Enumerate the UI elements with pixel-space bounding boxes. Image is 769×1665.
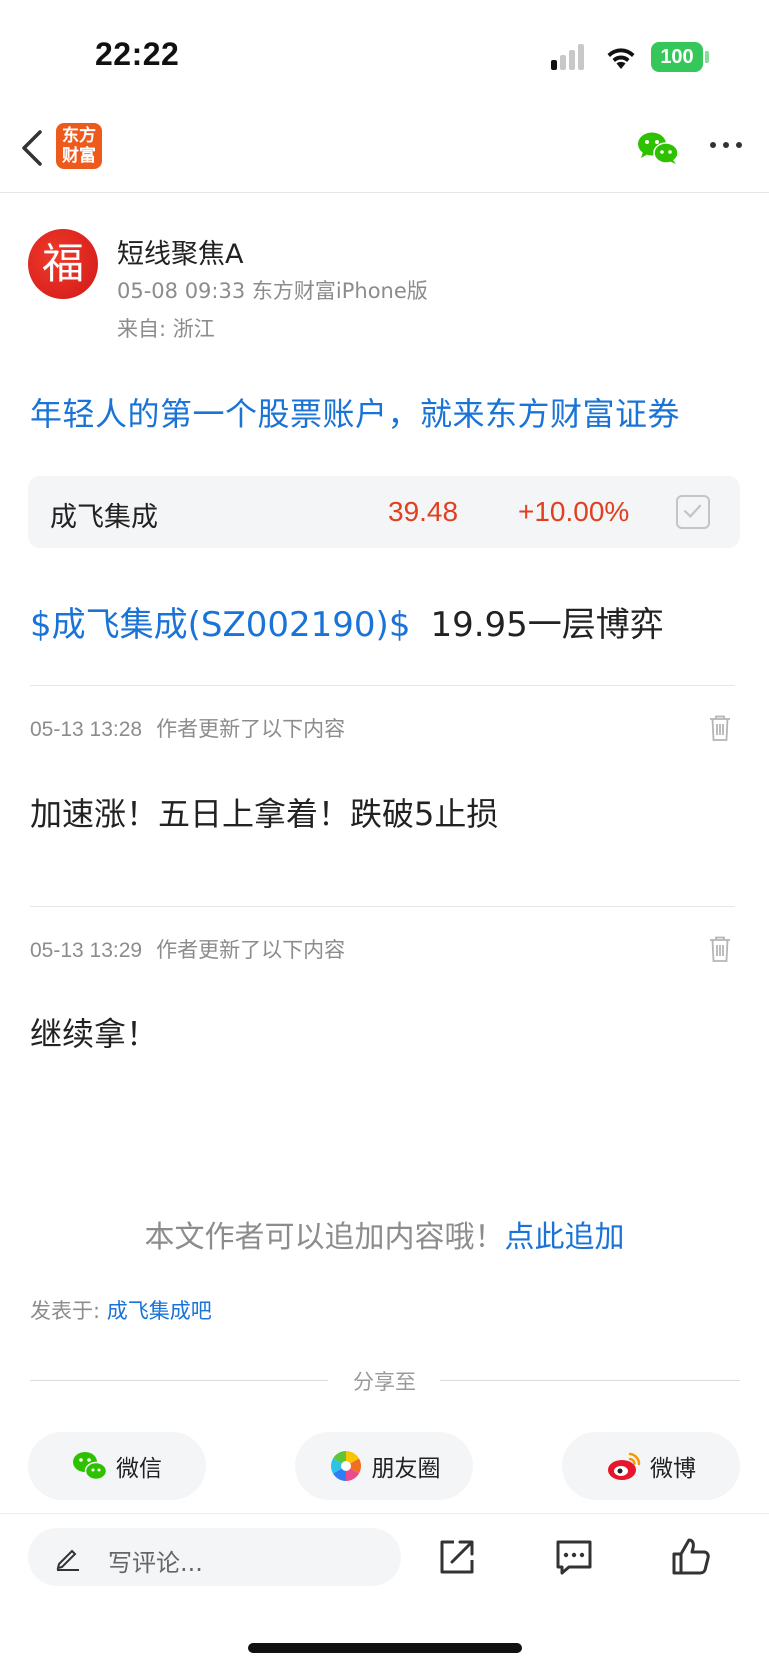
wifi-icon (607, 48, 635, 69)
share-wechat-label: 微信 (116, 1456, 162, 1482)
status-time: 22:22 (95, 36, 180, 72)
update-meta: 05-13 13:29 作者更新了以下内容 (30, 934, 345, 964)
cellular-signal-icon (551, 44, 591, 70)
update-meta: 05-13 13:28 作者更新了以下内容 (30, 713, 345, 743)
share-divider-right (440, 1380, 740, 1381)
append-text: 本文作者可以追加内容哦！ (144, 1220, 505, 1255)
comment-icon[interactable] (553, 1536, 595, 1578)
share-weibo-button[interactable]: 微博 (562, 1432, 740, 1500)
logo-text-top: 东方 (62, 126, 96, 146)
comment-input[interactable]: 写评论... (28, 1528, 401, 1586)
share-moments-button[interactable]: 朋友圈 (295, 1432, 473, 1500)
promo-link[interactable]: 年轻人的第一个股票账户，就来东方财富证券 (30, 389, 680, 435)
weibo-icon (608, 1452, 641, 1480)
wechat-share-icon[interactable] (637, 131, 679, 165)
wechat-icon (73, 1452, 108, 1481)
battery-indicator: 100 (651, 42, 703, 72)
stock-change: +10.00% (518, 496, 630, 527)
update-body: 继续拿！ (30, 1015, 159, 1053)
stock-bar-link[interactable]: 成飞集成吧 (107, 1299, 212, 1323)
update-divider (30, 906, 735, 907)
update-body: 加速涨！五日上拿着！跌破5止损 (30, 795, 499, 833)
update-divider (30, 685, 735, 686)
stock-price: 39.48 (388, 496, 459, 527)
append-link[interactable]: 点此追加 (505, 1220, 625, 1255)
share-moments-label: 朋友圈 (371, 1456, 441, 1482)
update-timestamp: 05-13 13:28 (30, 718, 143, 741)
battery-tip (705, 51, 709, 63)
stock-name: 成飞集成 (50, 502, 158, 533)
bottom-bar-divider (0, 1513, 769, 1514)
logo-text-bottom: 财富 (62, 146, 96, 166)
trash-icon[interactable] (709, 936, 731, 962)
add-watchlist-checkbox[interactable] (676, 495, 710, 529)
home-indicator[interactable] (248, 1643, 522, 1653)
comment-placeholder: 写评论... (108, 1549, 203, 1577)
nav-divider (0, 192, 769, 193)
post-meta: 05-08 09:33 东方财富iPhone版 (117, 279, 428, 303)
posted-in: 发表于: 成飞集成吧 (30, 1295, 212, 1325)
author-location: 来自: 浙江 (117, 317, 215, 341)
pen-icon (56, 1549, 79, 1571)
check-icon (683, 504, 702, 519)
share-weibo-label: 微博 (650, 1456, 696, 1482)
post-content: $成飞集成(SZ002190)$ 19.95一层博弈 (30, 597, 664, 646)
share-label: 分享至 (353, 1370, 416, 1394)
trash-icon[interactable] (709, 715, 731, 741)
more-options-icon[interactable] (710, 142, 744, 152)
post-text: 19.95一层博弈 (430, 605, 664, 645)
moments-icon (330, 1451, 361, 1481)
update-timestamp: 05-13 13:29 (30, 939, 143, 962)
like-icon[interactable] (670, 1536, 712, 1578)
back-arrow-icon[interactable] (18, 128, 46, 168)
posted-in-label: 发表于: (30, 1299, 107, 1323)
share-wechat-button[interactable]: 微信 (28, 1432, 206, 1500)
stock-quote-card[interactable]: 成飞集成 39.48 +10.00% (28, 476, 740, 548)
update-label: 作者更新了以下内容 (156, 938, 346, 962)
stock-tag-link[interactable]: $成飞集成(SZ002190)$ (30, 605, 410, 645)
share-icon[interactable] (436, 1536, 478, 1578)
eastmoney-logo[interactable]: 东方 财富 (56, 123, 102, 169)
author-avatar[interactable]: 福 (28, 229, 98, 299)
author-name[interactable]: 短线聚焦A (117, 232, 243, 271)
append-prompt: 本文作者可以追加内容哦！点此追加 (0, 1212, 769, 1256)
update-label: 作者更新了以下内容 (156, 717, 346, 741)
